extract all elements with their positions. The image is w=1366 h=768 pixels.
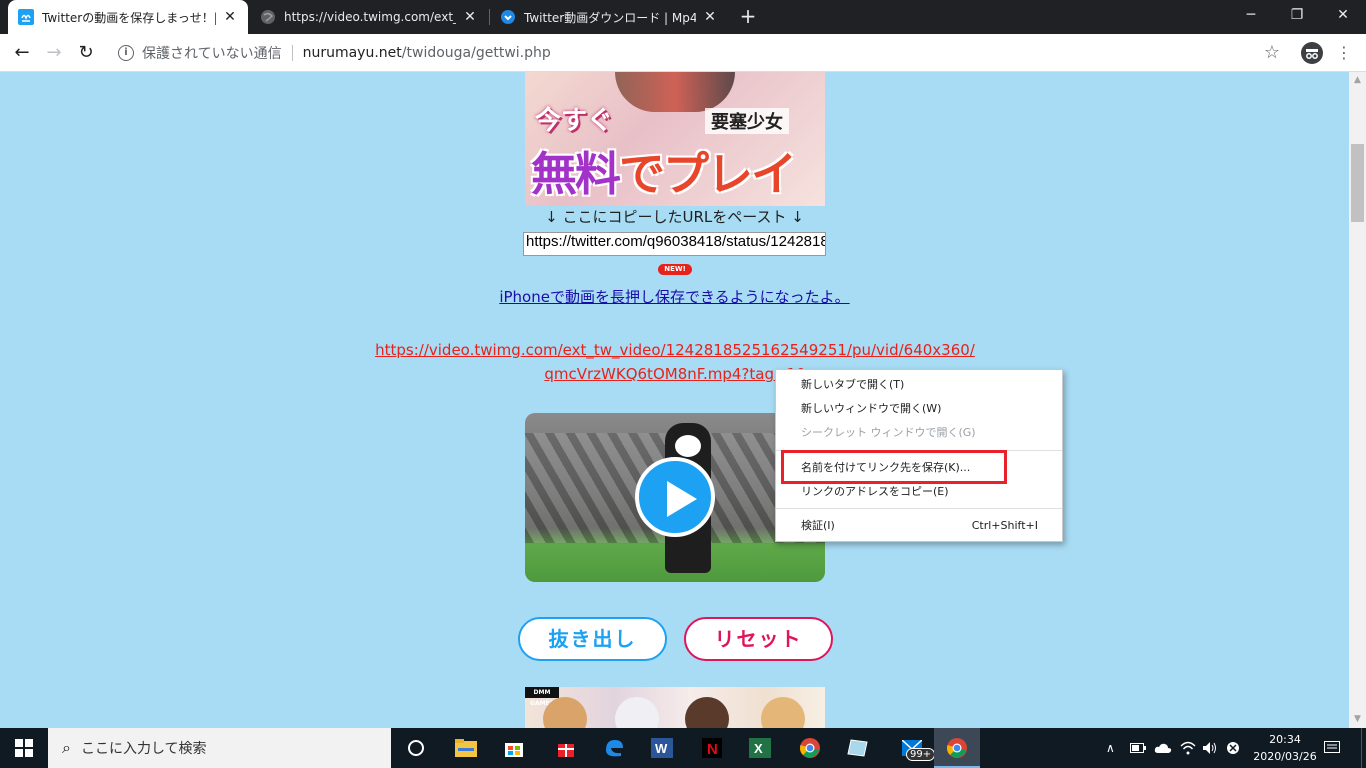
download-site-favicon-icon	[500, 9, 516, 25]
excel-icon[interactable]: X	[744, 732, 776, 764]
menu-inspect-label: 検証(I)	[801, 519, 835, 532]
info-icon[interactable]: i	[118, 45, 134, 61]
tab-title: https://video.twimg.com/ext_tw_	[284, 10, 456, 24]
menu-divider	[776, 508, 1062, 509]
notification-icon[interactable]	[1324, 728, 1340, 768]
taskbar-active-chrome[interactable]	[934, 728, 980, 768]
tab-active[interactable]: Twitterの動画を保存しまっせ！|Twi ✕	[8, 0, 248, 34]
site-favicon-icon	[18, 9, 34, 25]
browser-toolbar: ← → ↻ i 保護されていない通信 nurumayu.net /twidoug…	[0, 34, 1366, 72]
menu-copy-link-address[interactable]: リンクのアドレスをコピー(E)	[776, 481, 1062, 503]
ad-game-name: 要塞少女	[705, 108, 789, 134]
reload-button[interactable]: ↻	[72, 39, 100, 67]
top-banner-ad[interactable]: 今すぐ 要塞少女 無料でプレイ	[525, 72, 825, 206]
taskbar-search[interactable]: ⌕ ここに入力して検索	[48, 728, 391, 768]
taskbar-clock[interactable]: 20:34 2020/03/26	[1252, 731, 1318, 765]
tab-download[interactable]: Twitter動画ダウンロード | Mp4＆Mp ✕	[490, 0, 728, 34]
mail-badge: 99+	[906, 748, 936, 761]
address-bar[interactable]: i 保護されていない通信 nurumayu.net /twidouga/gett…	[108, 38, 1298, 68]
ad-character	[685, 697, 729, 728]
tab-title: Twitterの動画を保存しまっせ！|Twi	[42, 10, 216, 25]
word-icon[interactable]: W	[646, 732, 678, 764]
wifi-icon[interactable]	[1180, 728, 1196, 768]
tab-title: Twitter動画ダウンロード | Mp4＆Mp	[524, 10, 696, 25]
gift-icon[interactable]	[550, 732, 582, 764]
windows-start-icon[interactable]	[0, 728, 48, 768]
task-view-icon[interactable]	[400, 732, 432, 764]
new-badge: NEW!	[658, 264, 692, 275]
onedrive-icon[interactable]	[1154, 728, 1172, 768]
taskbar-search-placeholder: ここに入力して検索	[80, 741, 207, 757]
edge-icon[interactable]	[598, 732, 630, 764]
url-path: /twidouga/gettwi.php	[401, 45, 551, 61]
clock-date: 2020/03/26	[1253, 750, 1317, 763]
tab-close-icon[interactable]: ✕	[462, 9, 478, 25]
restore-button[interactable]: ❐	[1274, 0, 1320, 30]
tweet-url-input[interactable]: https://twitter.com/q96038418/status/124…	[523, 232, 826, 256]
forward-button[interactable]: →	[40, 39, 68, 67]
back-button[interactable]: ←	[8, 39, 36, 67]
taskbar: ⌕ ここに入力して検索 W N X 99+ ∧ 20:34 2020/03/26	[0, 728, 1366, 768]
menu-open-incognito: シークレット ウィンドウで開く(G)	[801, 426, 976, 439]
battery-icon[interactable]	[1130, 728, 1146, 768]
ad-brand: DMM GAMES	[525, 687, 559, 707]
url-host: nurumayu.net	[302, 45, 402, 61]
extract-button[interactable]: 抜き出し	[518, 617, 667, 661]
omnibox-divider	[291, 45, 293, 61]
chrome-icon[interactable]	[794, 732, 826, 764]
tab-close-icon[interactable]: ✕	[702, 9, 718, 25]
ime-off-icon[interactable]	[1226, 728, 1240, 768]
ad-ornament	[615, 72, 735, 112]
show-desktop-button[interactable]	[1361, 728, 1366, 768]
menu-open-new-tab[interactable]: 新しいタブで開く(T)	[776, 374, 1062, 396]
page-scrollbar[interactable]: ▲ ▼	[1349, 72, 1366, 728]
svg-text:N: N	[707, 741, 718, 758]
ad-cta-play: でプレイ	[619, 147, 797, 201]
ad-cta-free: 無料	[531, 147, 621, 201]
sticky-notes-icon[interactable]	[842, 732, 874, 764]
scroll-down-arrow-icon[interactable]: ▼	[1349, 711, 1366, 728]
thumbnail-panda-head	[675, 435, 701, 457]
scroll-thumb[interactable]	[1351, 144, 1364, 222]
show-hidden-icons-icon[interactable]: ∧	[1106, 728, 1115, 768]
ad-character	[615, 697, 659, 728]
play-icon[interactable]	[635, 457, 715, 537]
ad-cta: 無料でプレイ	[531, 138, 797, 204]
file-explorer-icon[interactable]	[450, 732, 482, 764]
security-status[interactable]: 保護されていない通信	[142, 43, 282, 63]
mail-icon[interactable]: 99+	[892, 732, 936, 764]
svg-text:X: X	[754, 741, 763, 756]
iphone-info-link-text[interactable]: iPhoneで動画を長押し保存できるようになったよ。	[499, 288, 849, 306]
ad-headline: 今すぐ	[535, 106, 614, 136]
menu-inspect[interactable]: 検証(I) Ctrl+Shift+I	[776, 515, 1062, 537]
volume-icon[interactable]	[1202, 728, 1218, 768]
svg-text:W: W	[655, 741, 668, 756]
highlight-annotation	[781, 450, 1007, 484]
tab-video[interactable]: https://video.twimg.com/ext_tw_ ✕	[250, 0, 488, 34]
ad-character	[761, 697, 805, 728]
tab-close-icon[interactable]: ✕	[222, 9, 238, 25]
menu-inspect-shortcut: Ctrl+Shift+I	[971, 519, 1038, 532]
globe-icon	[260, 9, 276, 25]
netflix-icon[interactable]: N	[696, 732, 728, 764]
paste-hint: ↓ ここにコピーしたURLをペースト ↓	[545, 208, 804, 226]
store-icon[interactable]	[498, 732, 530, 764]
clock-time: 20:34	[1269, 733, 1301, 746]
menu-kebab-icon[interactable]: ⋮	[1330, 39, 1358, 67]
bottom-banner-ad[interactable]: DMM GAMES	[525, 687, 825, 728]
bookmark-star-icon[interactable]: ☆	[1258, 39, 1286, 67]
tab-strip: Twitterの動画を保存しまっせ！|Twi ✕ https://video.t…	[0, 0, 1366, 34]
search-icon: ⌕	[62, 738, 71, 757]
close-window-button[interactable]: ✕	[1320, 0, 1366, 30]
incognito-profile-icon[interactable]	[1298, 39, 1326, 67]
new-tab-button[interactable]: +	[736, 5, 760, 29]
reset-button[interactable]: リセット	[684, 617, 833, 661]
menu-open-new-window[interactable]: 新しいウィンドウで開く(W)	[776, 398, 1062, 420]
minimize-button[interactable]: ─	[1228, 0, 1274, 30]
video-url-line1[interactable]: https://video.twimg.com/ext_tw_video/124…	[370, 338, 980, 362]
scroll-up-arrow-icon[interactable]: ▲	[1349, 72, 1366, 89]
ad-character	[543, 697, 587, 728]
iphone-info-link: iPhoneで動画を長押し保存できるようになったよ。	[0, 286, 1349, 307]
